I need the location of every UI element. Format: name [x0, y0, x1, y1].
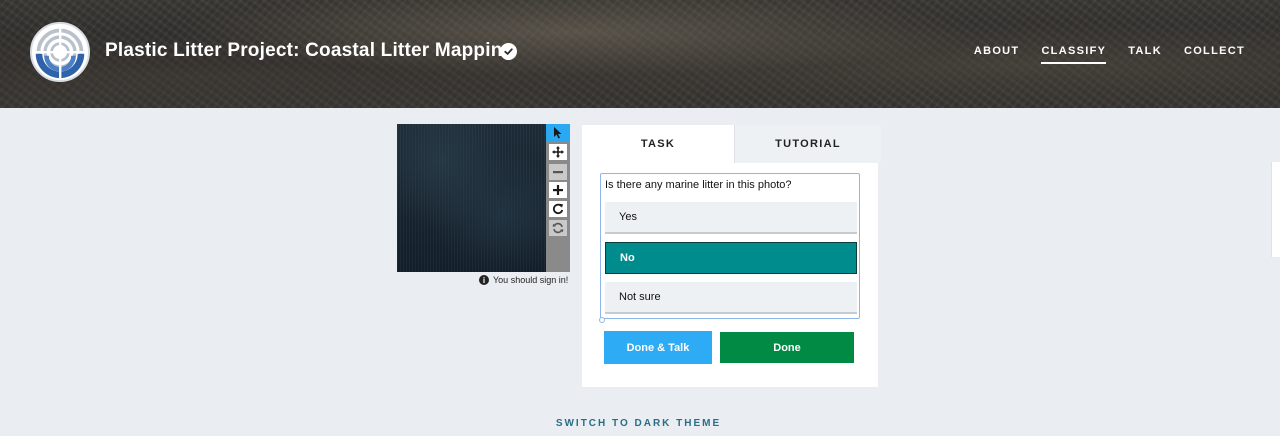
zoom-out-icon[interactable]: [549, 164, 567, 180]
nav-classify[interactable]: CLASSIFY: [1041, 45, 1107, 64]
project-title[interactable]: Plastic Litter Project: Coastal Litter M…: [105, 40, 514, 62]
move-icon[interactable]: [549, 144, 567, 160]
question-box: Is there any marine litter in this photo…: [600, 173, 860, 319]
subject-image[interactable]: [397, 124, 546, 272]
reset-icon[interactable]: [549, 220, 567, 236]
rotate-icon[interactable]: [549, 201, 567, 217]
resize-handle[interactable]: [599, 317, 605, 323]
project-header: Plastic Litter Project: Coastal Litter M…: [0, 0, 1280, 108]
switch-theme-link[interactable]: SWITCH TO DARK THEME: [0, 418, 1277, 429]
zoom-in-icon[interactable]: [549, 182, 567, 198]
side-feedback-tab[interactable]: [1271, 162, 1280, 257]
tab-tutorial[interactable]: TUTORIAL: [734, 125, 881, 163]
viewer-toolbar: [546, 124, 570, 272]
sign-in-text[interactable]: You should sign in!: [493, 275, 568, 285]
project-logo[interactable]: [30, 22, 90, 82]
task-panel: TASK TUTORIAL Is there any marine litter…: [582, 125, 881, 387]
answer-no[interactable]: No: [605, 242, 857, 274]
done-and-talk-button[interactable]: Done & Talk: [604, 331, 712, 364]
check-circle-icon: [500, 43, 517, 60]
sign-in-notice: i You should sign in!: [479, 275, 568, 285]
answer-yes[interactable]: Yes: [605, 202, 857, 234]
pointer-icon[interactable]: [546, 124, 570, 142]
tab-task[interactable]: TASK: [582, 125, 734, 163]
target-logo-icon: [32, 24, 88, 80]
nav-about[interactable]: ABOUT: [974, 45, 1020, 64]
nav-collect[interactable]: COLLECT: [1184, 45, 1245, 64]
project-nav: ABOUT CLASSIFY TALK COLLECT: [974, 45, 1245, 64]
task-question: Is there any marine litter in this photo…: [605, 179, 792, 191]
answer-not-sure[interactable]: Not sure: [605, 282, 857, 314]
info-icon: i: [479, 275, 489, 285]
nav-talk[interactable]: TALK: [1128, 45, 1162, 64]
done-button[interactable]: Done: [720, 332, 854, 363]
